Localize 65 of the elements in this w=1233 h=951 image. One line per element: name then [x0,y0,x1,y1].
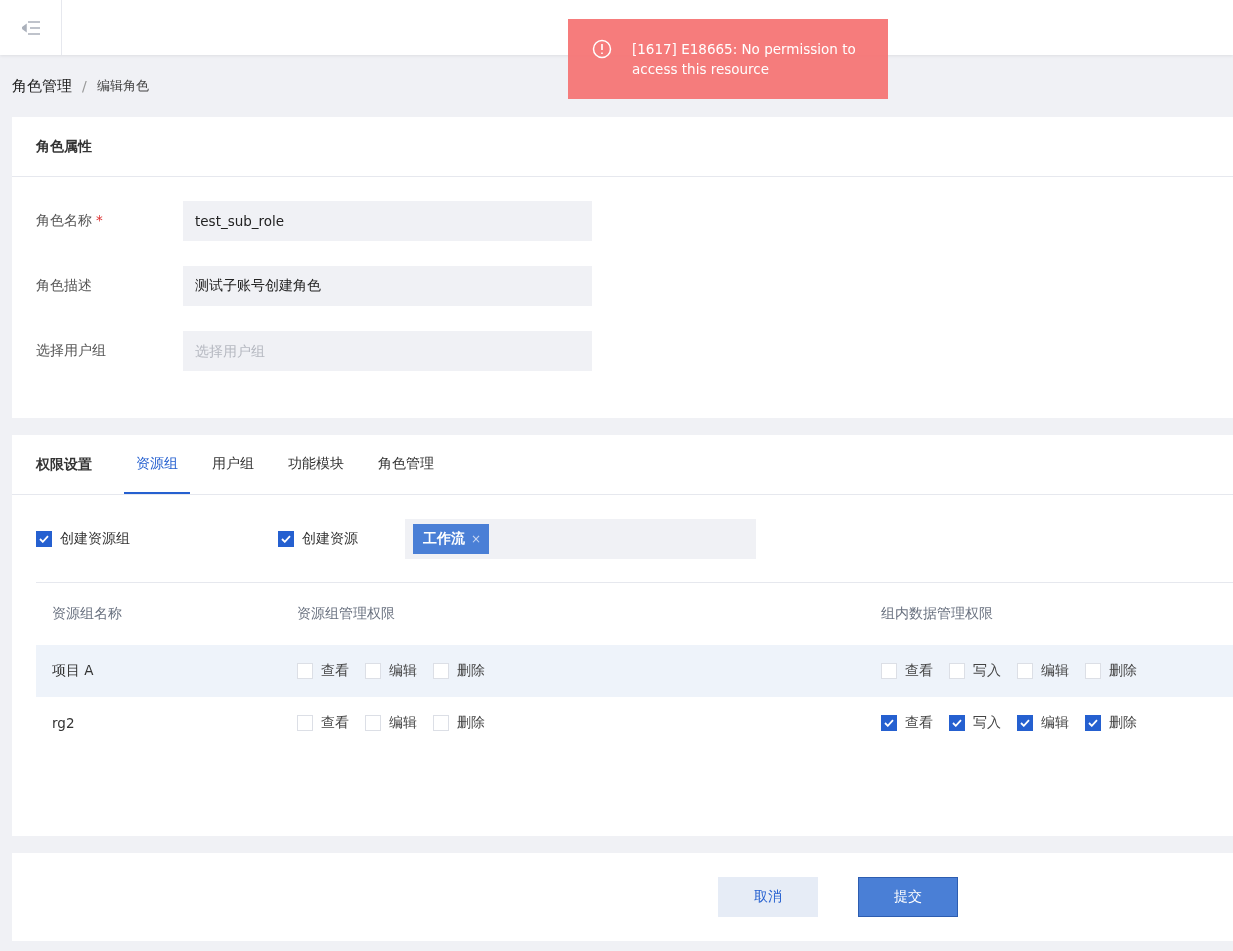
tab[interactable]: 功能模块 [276,435,356,494]
checkmark-icon [39,534,49,543]
field-label: 选择用户组 [36,342,107,360]
cancel-button[interactable]: 取消 [718,877,818,917]
toast-message: [1617] E18665: No permission to access this resource [632,40,857,79]
alert-icon [592,39,612,59]
breadcrumb-item[interactable]: 角色管理 [12,76,72,96]
checkbox-label: 删除 [457,662,485,680]
checkbox-label: 删除 [1109,714,1137,732]
column-header: 组内数据管理权限 [881,605,993,623]
checkbox[interactable] [365,663,381,679]
checkmark-icon [884,719,894,727]
checkbox-label: 删除 [1109,662,1137,680]
column-header: 资源组名称 [51,605,123,623]
checkbox[interactable] [433,663,449,679]
checkbox[interactable] [278,530,294,547]
tab[interactable]: 用户组 [200,435,266,494]
checkbox-label: 创建资源组 [60,529,130,548]
checkbox-label: 查看 [321,662,349,680]
checkbox[interactable] [297,715,313,731]
checkbox-label: 编辑 [1041,662,1069,680]
checkmark-icon [952,719,962,727]
checkbox[interactable] [1085,715,1101,731]
checkbox[interactable] [881,663,897,679]
checkbox-label: 查看 [321,714,349,732]
tag: 工作流 × [413,523,490,554]
input-field[interactable]: test_sub_role [183,201,592,241]
checkbox-label: 查看 [905,714,933,732]
tab[interactable]: 资源组 [124,435,190,494]
checkbox-label: 删除 [457,714,485,732]
section-title: 角色属性 [36,137,92,156]
checkbox-label: 创建资源 [302,529,358,548]
checkbox-label: 写入 [973,662,1001,680]
checkbox[interactable] [949,715,965,731]
field-label: 角色名称 * [36,212,104,230]
checkbox[interactable] [949,663,965,679]
menu-collapse-icon[interactable] [21,20,40,35]
section-title: 权限设置 [36,455,92,474]
checkmark-icon [1088,719,1098,727]
checkmark-icon [1020,719,1030,727]
checkbox-label: 编辑 [389,714,417,732]
checkbox[interactable] [1085,663,1101,679]
tag-field[interactable]: 工作流 × [405,518,756,559]
checkbox[interactable] [365,715,381,731]
tab[interactable]: 角色管理 [366,435,446,494]
checkbox-label: 编辑 [389,662,417,680]
column-header: 资源组管理权限 [297,605,396,623]
breadcrumb-separator: / [82,78,87,94]
checkbox-label: 写入 [973,714,1001,732]
breadcrumb-item: 编辑角色 [96,77,149,95]
checkbox-label: 编辑 [1041,714,1069,732]
table-cell-text: 项目 A [51,662,95,680]
checkbox[interactable] [881,715,897,731]
checkbox-label: 查看 [905,662,933,680]
input-field[interactable]: 测试子账号创建角色 [183,266,592,306]
checkbox[interactable] [1017,715,1033,731]
checkbox[interactable] [433,715,449,731]
checkbox[interactable] [1017,663,1033,679]
checkbox[interactable] [36,530,52,547]
field-label: 角色描述 [36,277,93,295]
checkmark-icon [281,534,291,543]
input-field[interactable]: 选择用户组 [183,331,592,371]
table-cell-text: rg2 [51,715,76,731]
submit-button[interactable]: 提交 [858,877,958,917]
checkbox[interactable] [297,663,313,679]
